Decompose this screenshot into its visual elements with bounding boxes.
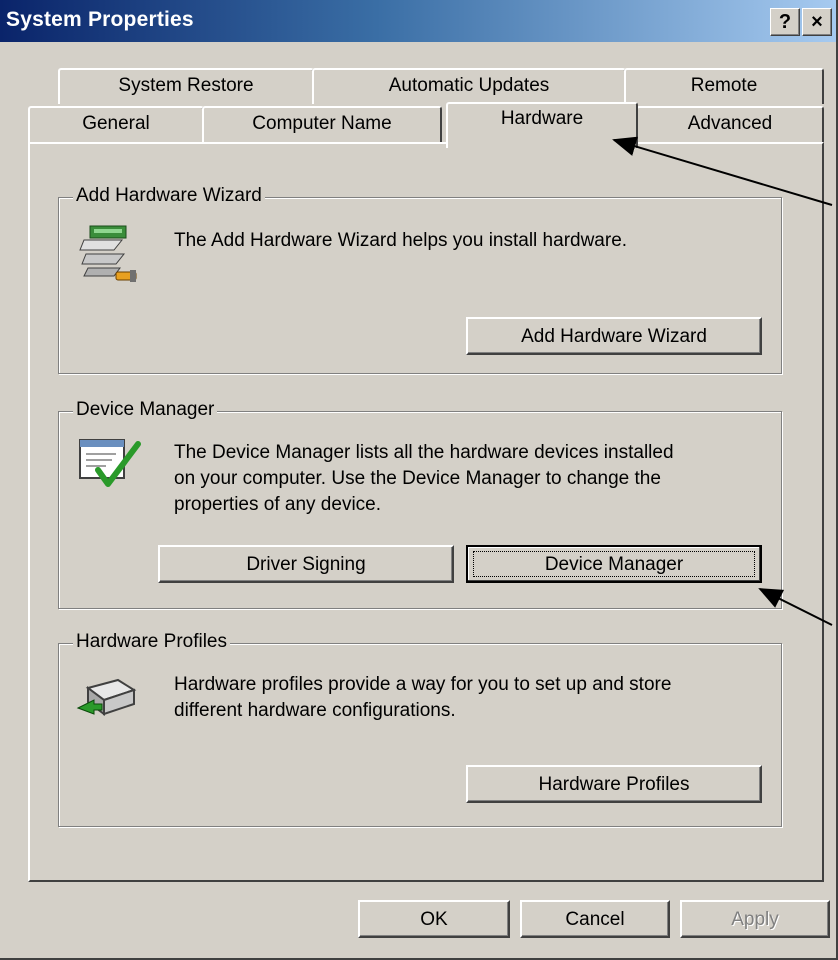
tab-computer-name[interactable]: Computer Name (202, 106, 442, 142)
apply-button-label: Apply (731, 909, 779, 930)
device-manager-description-line-1: The Device Manager lists all the hardwar… (174, 442, 674, 463)
hardware-profiles-icon (76, 668, 142, 729)
driver-signing-button[interactable]: Driver Signing (158, 545, 454, 583)
device-manager-group-label: Device Manager (73, 399, 218, 421)
ok-button-label: OK (420, 909, 448, 930)
tab-automatic-updates[interactable]: Automatic Updates (312, 68, 626, 104)
hardware-profiles-button[interactable]: Hardware Profiles (466, 765, 762, 803)
tab-hardware[interactable]: Hardware (446, 102, 638, 148)
add-hardware-wizard-button[interactable]: Add Hardware Wizard (466, 317, 762, 355)
ok-button[interactable]: OK (358, 900, 510, 938)
hardware-profiles-group-label: Hardware Profiles (73, 631, 230, 653)
add-hardware-description: The Add Hardware Wizard helps you instal… (174, 230, 628, 251)
title-bar[interactable]: System Properties ? × (0, 0, 836, 42)
help-button[interactable]: ? (770, 8, 800, 36)
hardware-profiles-description-line-1: Hardware profiles provide a way for you … (174, 674, 672, 695)
hardware-profiles-description-line-2: different hardware configurations. (174, 700, 456, 721)
window-title: System Properties (6, 8, 194, 31)
hardware-profiles-button-label: Hardware Profiles (538, 774, 690, 795)
device-manager-button[interactable]: Device Manager (466, 545, 762, 583)
add-hardware-icon (76, 220, 142, 291)
system-properties-window: System Properties ? × System Restore Aut… (0, 0, 838, 960)
tab-system-restore[interactable]: System Restore (58, 68, 314, 104)
device-manager-description-line-3: properties of any device. (174, 494, 382, 515)
cancel-button[interactable]: Cancel (520, 900, 670, 938)
add-hardware-wizard-button-label: Add Hardware Wizard (521, 326, 707, 347)
apply-button[interactable]: Apply (680, 900, 830, 938)
tab-remote[interactable]: Remote (624, 68, 824, 104)
focus-rectangle (473, 551, 755, 577)
device-manager-icon (76, 436, 142, 497)
cancel-button-label: Cancel (565, 909, 625, 930)
tab-general[interactable]: General (28, 106, 204, 142)
tab-advanced[interactable]: Advanced (636, 106, 824, 142)
close-button[interactable]: × (802, 8, 832, 36)
driver-signing-button-label: Driver Signing (246, 554, 366, 575)
device-manager-description-line-2: on your computer. Use the Device Manager… (174, 468, 661, 489)
add-hardware-group-label: Add Hardware Wizard (73, 185, 265, 207)
